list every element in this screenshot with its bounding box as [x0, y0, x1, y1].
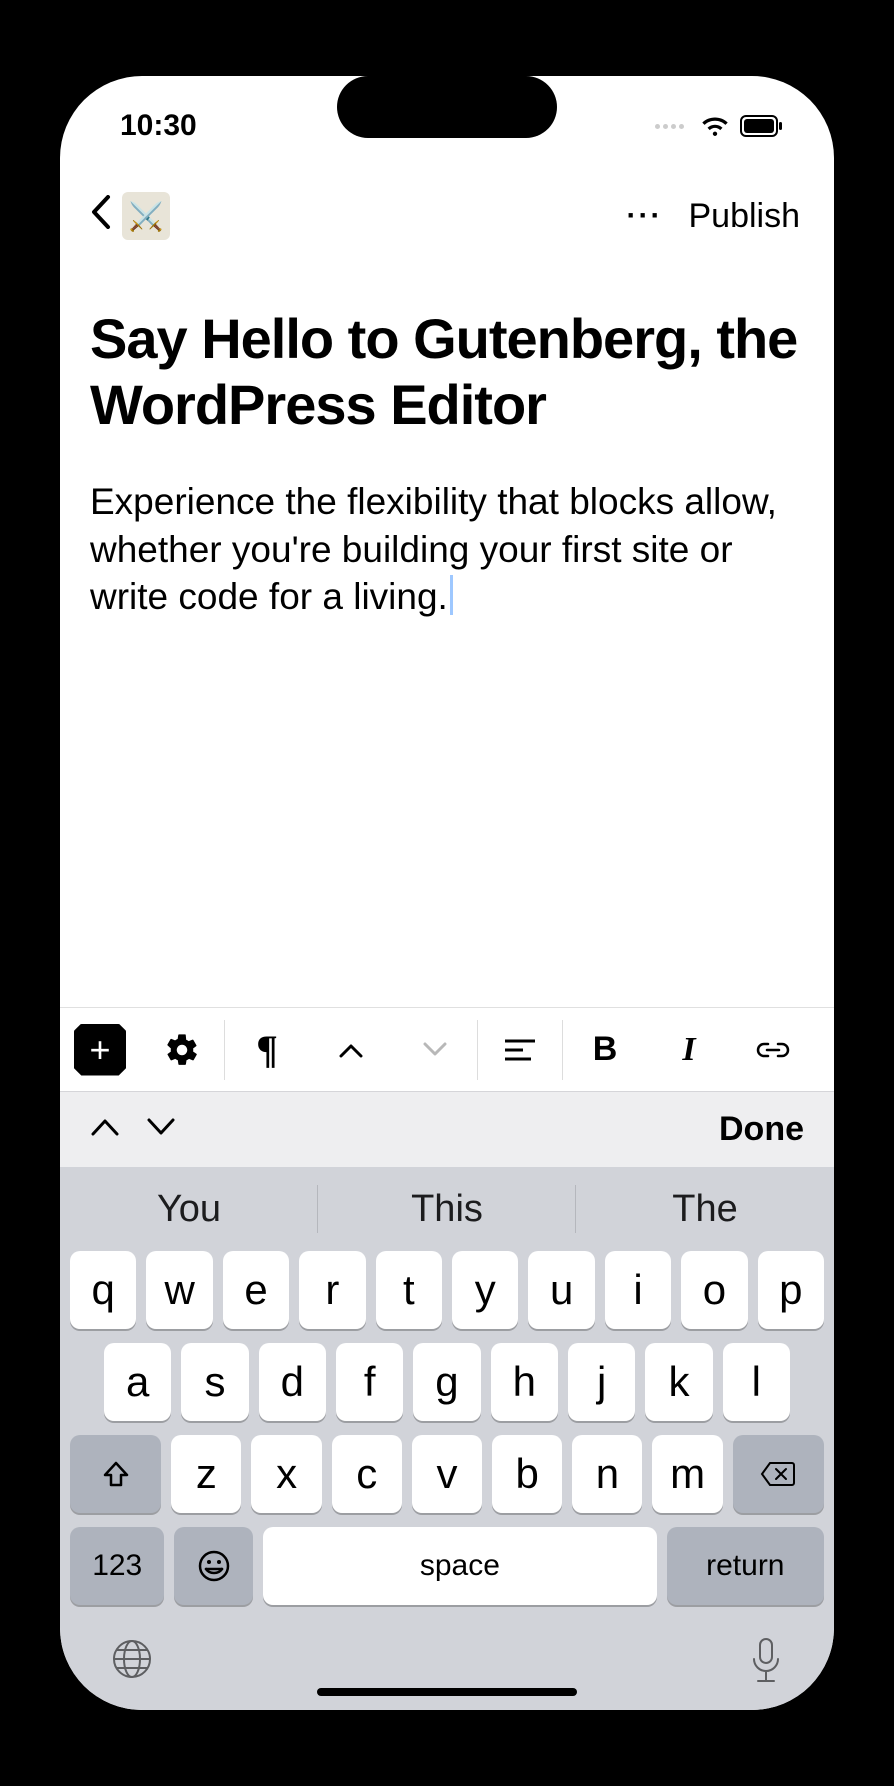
key-r[interactable]: r	[299, 1251, 365, 1329]
key-j[interactable]: j	[568, 1343, 635, 1421]
key-h[interactable]: h	[491, 1343, 558, 1421]
keyboard-row-3: z x c v b n m	[60, 1435, 834, 1513]
dictation-key[interactable]	[748, 1637, 784, 1690]
suggestion-2[interactable]: This	[318, 1167, 576, 1251]
keyboard-row-2: a s d f g h j k l	[60, 1343, 834, 1421]
key-l[interactable]: l	[723, 1343, 790, 1421]
bold-button[interactable]: B	[563, 1008, 647, 1092]
align-button[interactable]	[478, 1008, 562, 1092]
keyboard-accessory-bar: Done	[60, 1091, 834, 1167]
space-key[interactable]: space	[263, 1527, 656, 1605]
key-u[interactable]: u	[528, 1251, 594, 1329]
gear-icon	[164, 1032, 200, 1068]
post-title[interactable]: Say Hello to Gutenberg, the WordPress Ed…	[90, 306, 804, 438]
move-up-button[interactable]	[309, 1008, 393, 1092]
block-settings-button[interactable]	[140, 1008, 224, 1092]
microphone-icon	[748, 1637, 784, 1685]
key-t[interactable]: t	[376, 1251, 442, 1329]
key-k[interactable]: k	[645, 1343, 712, 1421]
key-z[interactable]: z	[171, 1435, 241, 1513]
paragraph-text: Experience the flexibility that blocks a…	[90, 481, 777, 617]
battery-icon	[740, 115, 784, 137]
key-c[interactable]: c	[332, 1435, 402, 1513]
status-indicators	[655, 115, 784, 137]
chevron-down-icon	[146, 1117, 176, 1137]
key-o[interactable]: o	[681, 1251, 747, 1329]
next-field-button[interactable]	[146, 1117, 176, 1142]
key-p[interactable]: p	[758, 1251, 824, 1329]
key-f[interactable]: f	[336, 1343, 403, 1421]
key-m[interactable]: m	[652, 1435, 722, 1513]
emoji-icon	[197, 1549, 231, 1583]
keyboard-bottom-row	[60, 1619, 834, 1690]
backspace-key[interactable]	[733, 1435, 824, 1513]
move-down-button[interactable]	[393, 1008, 477, 1092]
globe-icon	[110, 1637, 154, 1681]
key-y[interactable]: y	[452, 1251, 518, 1329]
site-icon[interactable]: ⚔️	[122, 192, 170, 240]
key-s[interactable]: s	[181, 1343, 248, 1421]
link-icon	[756, 1040, 790, 1060]
add-block-button[interactable]: +	[74, 1024, 126, 1076]
suggestion-1[interactable]: You	[60, 1167, 318, 1251]
key-b[interactable]: b	[492, 1435, 562, 1513]
prev-field-button[interactable]	[90, 1117, 120, 1142]
block-toolbar: + ¶ B I	[60, 1007, 834, 1091]
cellular-dots-icon	[655, 124, 684, 129]
key-e[interactable]: e	[223, 1251, 289, 1329]
shift-key[interactable]	[70, 1435, 161, 1513]
key-v[interactable]: v	[412, 1435, 482, 1513]
key-x[interactable]: x	[251, 1435, 321, 1513]
suggestion-3[interactable]: The	[576, 1167, 834, 1251]
wifi-icon	[700, 115, 730, 137]
keyboard-suggestions: You This The	[60, 1167, 834, 1251]
status-time: 10:30	[120, 109, 197, 143]
more-menu-button[interactable]: ···	[615, 199, 675, 233]
key-a[interactable]: a	[104, 1343, 171, 1421]
globe-key[interactable]	[110, 1637, 154, 1690]
key-i[interactable]: i	[605, 1251, 671, 1329]
italic-button[interactable]: I	[647, 1008, 731, 1092]
chevron-up-icon	[90, 1117, 120, 1137]
key-q[interactable]: q	[70, 1251, 136, 1329]
keyboard-done-button[interactable]: Done	[719, 1110, 804, 1149]
keyboard: You This The q w e r t y u i o p a s d f	[60, 1167, 834, 1710]
home-indicator[interactable]	[317, 1688, 577, 1696]
keyboard-row-1: q w e r t y u i o p	[60, 1251, 834, 1329]
return-key[interactable]: return	[667, 1527, 824, 1605]
link-button[interactable]	[731, 1008, 815, 1092]
paragraph-block[interactable]: Experience the flexibility that blocks a…	[90, 478, 804, 620]
key-g[interactable]: g	[413, 1343, 480, 1421]
key-d[interactable]: d	[259, 1343, 326, 1421]
chevron-up-icon	[339, 1042, 363, 1058]
navbar: ⚔️ ··· Publish	[60, 176, 834, 256]
keyboard-row-4: 123 space return	[60, 1527, 834, 1605]
key-n[interactable]: n	[572, 1435, 642, 1513]
publish-button[interactable]: Publish	[684, 197, 804, 236]
key-w[interactable]: w	[146, 1251, 212, 1329]
shift-icon	[101, 1459, 131, 1489]
paragraph-button[interactable]: ¶	[225, 1008, 309, 1092]
editor-canvas[interactable]: Say Hello to Gutenberg, the WordPress Ed…	[60, 256, 834, 1007]
back-button[interactable]	[90, 195, 112, 237]
emoji-key[interactable]	[174, 1527, 253, 1605]
numeric-key[interactable]: 123	[70, 1527, 164, 1605]
text-cursor	[450, 575, 453, 615]
backspace-icon	[760, 1461, 796, 1487]
align-left-icon	[505, 1038, 535, 1062]
chevron-down-icon	[423, 1042, 447, 1058]
